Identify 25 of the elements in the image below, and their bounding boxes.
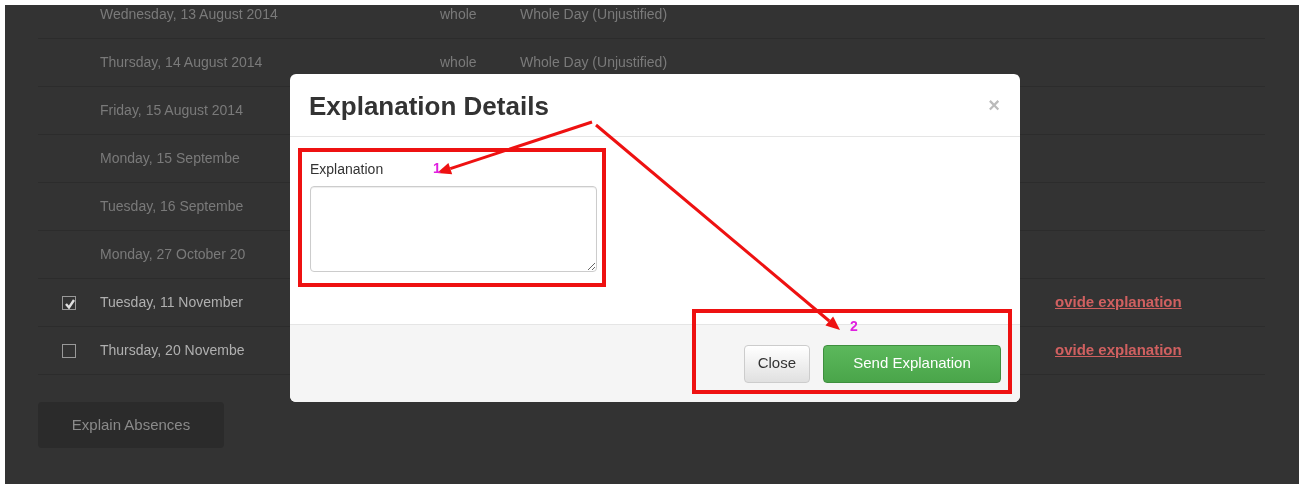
absence-type-text: Whole Day (Unjustified) bbox=[520, 54, 668, 70]
modal-title: Explanation Details bbox=[309, 91, 549, 123]
date-text: Tuesday, 16 Septembe bbox=[100, 198, 244, 214]
checkbox[interactable] bbox=[62, 343, 76, 358]
absence-type-text: Whole Day (Unjustified) bbox=[520, 6, 668, 22]
explain-absences-button[interactable]: Explain Absences bbox=[38, 402, 224, 448]
date-text: Monday, 15 Septembe bbox=[100, 150, 240, 166]
annotation-number: 1 bbox=[433, 161, 441, 175]
date-text: Thursday, 14 August 2014 bbox=[100, 54, 263, 70]
explanation-field[interactable] bbox=[310, 186, 597, 272]
send-explanation-button[interactable]: Send Explanation bbox=[823, 344, 1001, 383]
annotation-number: 2 bbox=[850, 319, 858, 333]
field-label: Explanation bbox=[310, 160, 384, 179]
date-text: Friday, 15 August 2014 bbox=[100, 102, 243, 118]
absence-part-text: whole bbox=[440, 54, 477, 70]
checkbox[interactable] bbox=[62, 295, 76, 310]
close-button[interactable]: Close bbox=[743, 344, 810, 383]
date-text: Monday, 27 October 20 bbox=[100, 246, 246, 262]
absence-part-text: whole bbox=[440, 6, 477, 22]
close-button[interactable]: × bbox=[988, 95, 1000, 115]
date-text: Thursday, 20 Novembe bbox=[100, 342, 245, 358]
provide-explanation-link[interactable]: ovide explanation bbox=[1055, 339, 1182, 362]
provide-explanation-link[interactable]: ovide explanation bbox=[1055, 291, 1182, 314]
date-text: Wednesday, 13 August 2014 bbox=[100, 6, 278, 22]
date-text: Tuesday, 11 November bbox=[100, 294, 243, 310]
